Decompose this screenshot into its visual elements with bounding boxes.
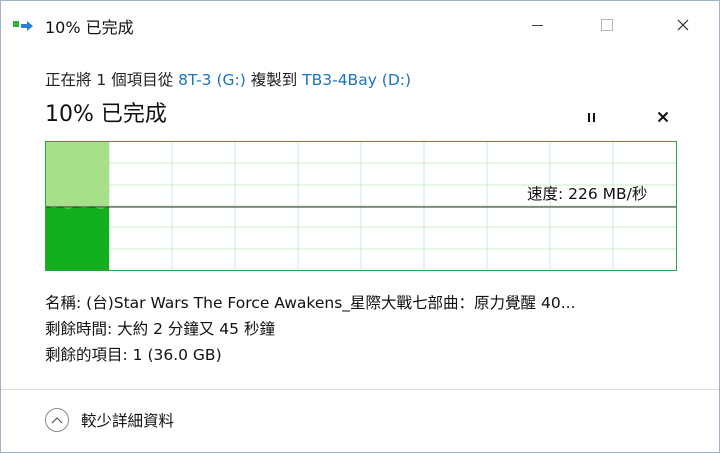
speed-label: 速度: 226 MB/秒 [527, 185, 648, 203]
progress-speed-area [46, 206, 109, 270]
progress-status: 10% 已完成 [45, 102, 167, 127]
copy-middle: 複製到 [245, 71, 303, 89]
copy-app-icon [13, 17, 35, 35]
fewer-details-toggle[interactable] [45, 408, 69, 432]
file-name: 名稱: (台)Star Wars The Force Awakens_星際大戰七… [45, 294, 576, 312]
destination-link[interactable]: TB3-4Bay (D:) [302, 71, 411, 89]
title-bar: 10% 已完成 [1, 1, 719, 49]
fewer-details-label[interactable]: 較少詳細資料 [81, 409, 174, 431]
window-title: 10% 已完成 [45, 18, 134, 37]
copy-description: 正在將 1 個項目從 8T-3 (G:) 複製到 TB3-4Bay (D:) [45, 68, 411, 90]
pause-icon [587, 112, 590, 122]
transfer-speed-graph [45, 141, 677, 271]
speed-graph-canvas [46, 142, 676, 270]
stop-icon [657, 111, 669, 123]
copy-prefix: 正在將 1 個項目從 [45, 71, 179, 89]
time-remaining: 剩餘時間: 大約 2 分鐘又 45 秒鐘 [45, 320, 275, 338]
copy-progress-window: 10% 已完成 正在將 1 個項目從 8T-3 (G:) 複製到 TB3-4Ba… [0, 0, 720, 453]
cancel-button[interactable] [651, 105, 675, 129]
footer: 較少詳細資料 [1, 390, 719, 452]
close-button[interactable] [660, 1, 706, 49]
minimize-button[interactable] [514, 1, 560, 49]
source-link[interactable]: 8T-3 (G:) [178, 71, 246, 89]
pause-button[interactable] [579, 105, 603, 129]
minimize-icon [531, 24, 543, 26]
maximize-icon [601, 19, 613, 31]
close-icon [677, 19, 689, 31]
chevron-up-icon [51, 417, 63, 424]
items-remaining: 剩餘的項目: 1 (36.0 GB) [45, 346, 222, 364]
maximize-button[interactable] [584, 1, 630, 49]
